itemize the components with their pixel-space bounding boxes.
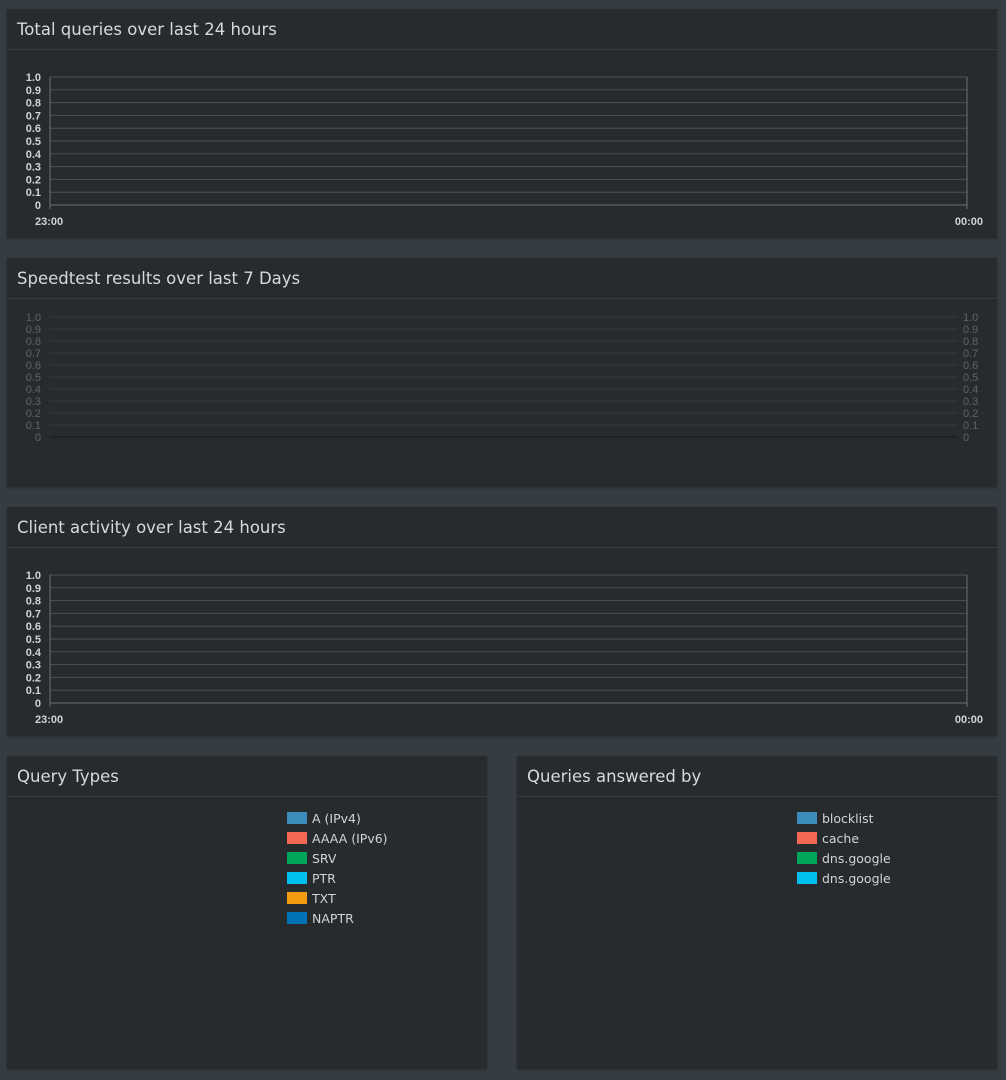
client-activity-y-tick-label: 0 (35, 698, 41, 710)
speedtest-y-tick-label-left: 0.4 (26, 384, 41, 396)
answered-by-legend-label: dns.google (822, 850, 891, 866)
speedtest-y-tick-label-right: 1.0 (963, 312, 978, 324)
client-activity-y-tick-label: 0.2 (26, 672, 41, 684)
query-types-legend-label: TXT (312, 890, 336, 906)
speedtest-y-tick-label-left: 0.9 (26, 324, 41, 336)
client-activity-y-tick-label: 0.6 (26, 621, 41, 633)
speedtest-y-tick-label-right: 0.6 (963, 360, 978, 372)
total-queries-x-tick-label: 23:00 (35, 216, 63, 228)
total-queries-x-tick-label: 00:00 (955, 216, 983, 228)
client-activity-panel: Client activity over last 24 hours 1.0 0.… (7, 507, 997, 736)
total-queries-y-tick-label: 0.3 (26, 162, 41, 174)
total-queries-y-tick-label: 1.0 (26, 72, 41, 84)
client-activity-y-tick-label: 1.0 (26, 570, 41, 582)
query-types-legend-label: A (IPv4) (312, 810, 361, 826)
query-types-legend-item[interactable]: NAPTR (287, 908, 388, 928)
speedtest-title: Speedtest results over last 7 Days (7, 258, 997, 299)
query-types-legend-item[interactable]: TXT (287, 888, 388, 908)
total-queries-panel: Total queries over last 24 hours 1.0 0.9 0… (7, 9, 997, 238)
speedtest-y-tick-label-right: 0.1 (963, 420, 978, 432)
speedtest-y-tick-label-left: 0.6 (26, 360, 41, 372)
speedtest-y-tick-label-left: 0.3 (26, 396, 41, 408)
client-activity-chart[interactable]: 1.00.90.80.70.60.50.40.30.20.10 23:00 00:0… (7, 548, 997, 736)
total-queries-y-tick-label: 0.2 (26, 174, 41, 186)
answered-by-title: Queries answered by (517, 756, 997, 797)
speedtest-panel: Speedtest results over last 7 Days 1.0 1.… (7, 258, 997, 487)
total-queries-y-tick-label: 0.4 (26, 149, 42, 161)
answered-by-legend: blocklist cache dns.google dns.google (797, 808, 891, 888)
client-activity-y-tick-label: 0.3 (26, 660, 41, 672)
total-queries-y-tick-label: 0.8 (26, 98, 41, 110)
answered-by-legend-item[interactable]: cache (797, 828, 891, 848)
speedtest-y-tick-label-right: 0.3 (963, 396, 978, 408)
client-activity-y-tick-label: 0.1 (26, 685, 41, 697)
speedtest-y-tick-label-right: 0.9 (963, 324, 978, 336)
query-types-legend: A (IPv4) AAAA (IPv6) SRV PTR TXT NAPTR (287, 808, 388, 928)
speedtest-y-tick-label-right: 0 (963, 432, 969, 444)
query-types-legend-label: AAAA (IPv6) (312, 830, 388, 846)
query-types-title: Query Types (7, 756, 487, 797)
total-queries-title: Total queries over last 24 hours (7, 9, 997, 50)
answered-by-panel: Queries answered by blocklist cache dns.go… (517, 756, 997, 1069)
client-activity-y-tick-label: 0.8 (26, 596, 41, 608)
speedtest-y-tick-label-left: 0 (35, 432, 41, 444)
client-activity-y-tick-label: 0.9 (26, 583, 41, 595)
total-queries-y-tick-label: 0 (35, 200, 41, 212)
answered-by-legend-swatch (797, 872, 817, 884)
speedtest-y-tick-label-right: 0.7 (963, 348, 978, 360)
speedtest-y-tick-label-left: 0.7 (26, 348, 41, 360)
client-activity-y-tick-label: 0.5 (26, 634, 41, 646)
query-types-legend-swatch (287, 912, 307, 924)
answered-by-legend-swatch (797, 832, 817, 844)
speedtest-y-tick-label-left: 1.0 (26, 312, 41, 324)
query-types-legend-swatch (287, 872, 307, 884)
answered-by-legend-label: blocklist (822, 810, 874, 826)
total-queries-y-tick-label: 0.9 (26, 85, 41, 97)
answered-by-legend-label: dns.google (822, 870, 891, 886)
query-types-legend-item[interactable]: PTR (287, 868, 388, 888)
query-types-legend-label: PTR (312, 870, 336, 886)
answered-by-legend-swatch (797, 852, 817, 864)
query-types-legend-swatch (287, 892, 307, 904)
answered-by-legend-item[interactable]: dns.google (797, 868, 891, 888)
total-queries-chart[interactable]: 1.00.90.80.70.60.50.40.30.20.10 23:00 00:0… (7, 50, 997, 238)
query-types-legend-item[interactable]: SRV (287, 848, 388, 868)
total-queries-y-tick-label: 0.7 (26, 110, 41, 122)
speedtest-y-tick-label-left: 0.5 (26, 372, 41, 384)
speedtest-y-tick-label-left: 0.2 (26, 408, 41, 420)
answered-by-legend-label: cache (822, 830, 860, 846)
query-types-legend-swatch (287, 852, 307, 864)
query-types-legend-item[interactable]: AAAA (IPv6) (287, 828, 388, 848)
query-types-legend-label: SRV (312, 850, 337, 866)
total-queries-y-tick-label: 0.6 (26, 123, 41, 135)
query-types-legend-label: NAPTR (312, 910, 354, 926)
total-queries-y-tick-label: 0.1 (26, 187, 41, 199)
query-types-legend-item[interactable]: A (IPv4) (287, 808, 388, 828)
client-activity-title: Client activity over last 24 hours (7, 507, 997, 548)
answered-by-legend-swatch (797, 812, 817, 824)
query-types-panel: Query Types A (IPv4) AAAA (IPv6) SRV PTR TXT… (7, 756, 487, 1069)
speedtest-y-tick-label-right: 0.8 (963, 336, 978, 348)
query-types-legend-swatch (287, 832, 307, 844)
client-activity-y-tick-label: 0.7 (26, 608, 41, 620)
client-activity-x-tick-label: 23:00 (35, 714, 63, 726)
client-activity-y-tick-label: 0.4 (26, 647, 42, 659)
query-types-legend-swatch (287, 812, 307, 824)
answered-by-legend-item[interactable]: blocklist (797, 808, 891, 828)
speedtest-y-tick-label-right: 0.2 (963, 408, 978, 420)
total-queries-y-tick-label: 0.5 (26, 136, 41, 148)
speedtest-chart[interactable]: 1.0 1.00.9 0.90.8 0.80.7 0.70.6 0.60.5 0.50.4 0… (7, 299, 997, 487)
answered-by-legend-item[interactable]: dns.google (797, 848, 891, 868)
speedtest-y-tick-label-right: 0.4 (963, 384, 978, 396)
speedtest-y-tick-label-left: 0.1 (26, 420, 41, 432)
client-activity-x-tick-label: 00:00 (955, 714, 983, 726)
speedtest-y-tick-label-right: 0.5 (963, 372, 978, 384)
speedtest-y-tick-label-left: 0.8 (26, 336, 41, 348)
